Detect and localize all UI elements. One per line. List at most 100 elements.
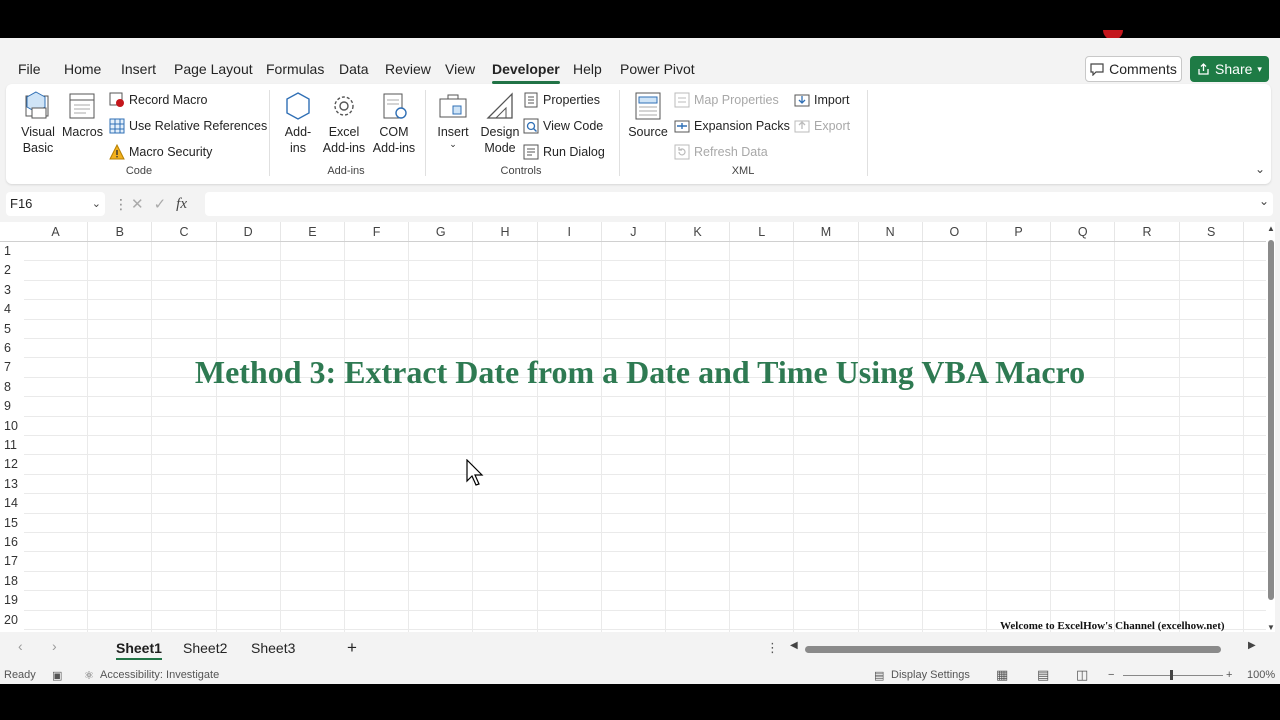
insert-control-button[interactable]: Insert ⌄ <box>433 90 473 149</box>
row-header[interactable]: 19 <box>0 591 24 610</box>
ribbon-collapse-chevron-icon[interactable]: ⌄ <box>1255 162 1265 176</box>
row-header[interactable]: 15 <box>0 514 24 533</box>
comments-button[interactable]: Comments <box>1085 56 1182 82</box>
properties-button[interactable]: Properties <box>523 90 600 110</box>
normal-view-icon[interactable]: ▦ <box>996 667 1008 683</box>
row-header[interactable]: 13 <box>0 475 24 494</box>
sheet-tab-sheet1[interactable]: Sheet1 <box>116 636 162 660</box>
name-box[interactable]: F16 ⌄ <box>6 192 105 216</box>
row-header[interactable]: 18 <box>0 572 24 591</box>
column-header[interactable]: L <box>730 222 795 242</box>
column-header[interactable]: G <box>409 222 474 242</box>
design-mode-button[interactable]: Design Mode <box>476 90 524 156</box>
view-code-button[interactable]: View Code <box>523 116 603 136</box>
zoom-slider[interactable] <box>1123 675 1223 676</box>
tab-power-pivot[interactable]: Power Pivot <box>620 56 695 82</box>
visual-basic-button[interactable]: Visual Basic <box>16 90 60 156</box>
row-header[interactable]: 17 <box>0 552 24 571</box>
zoom-in-icon[interactable]: + <box>1226 669 1232 681</box>
column-header[interactable]: A <box>24 222 89 242</box>
share-button[interactable]: Share ▾ <box>1190 56 1269 82</box>
sheet-tab-sheet2[interactable]: Sheet2 <box>183 636 227 660</box>
run-dialog-button[interactable]: Run Dialog <box>523 142 605 162</box>
next-sheet-icon[interactable]: › <box>52 638 57 654</box>
row-header[interactable]: 11 <box>0 436 24 455</box>
row-header[interactable]: 14 <box>0 494 24 513</box>
row-header[interactable]: 2 <box>0 261 24 280</box>
macro-recording-icon[interactable]: ▣ <box>52 669 62 682</box>
row-header[interactable]: 16 <box>0 533 24 552</box>
scroll-left-icon[interactable]: ◀ <box>790 640 798 651</box>
macros-button[interactable]: Macros <box>62 90 103 140</box>
column-header[interactable]: F <box>345 222 410 242</box>
tab-view[interactable]: View <box>445 56 475 82</box>
refresh-data-button[interactable]: Refresh Data <box>674 142 768 162</box>
more-options-icon[interactable]: ⋮ <box>114 192 128 216</box>
scroll-up-icon[interactable]: ▲ <box>1267 224 1275 233</box>
cancel-icon[interactable]: ✕ <box>131 195 144 213</box>
more-options-icon[interactable]: ⋮ <box>766 640 779 656</box>
tab-developer[interactable]: Developer <box>492 56 560 84</box>
xml-import-button[interactable]: Import <box>794 90 849 110</box>
worksheet-grid[interactable]: ABCDEFGHIJKLMNOPQRS 1 2 3 4 5 6 7 8 9 10 11 12 13 14 1… <box>0 222 1266 632</box>
com-add-ins-button[interactable]: COM Add-ins <box>370 90 418 156</box>
tab-data[interactable]: Data <box>339 56 369 82</box>
row-header[interactable]: 5 <box>0 320 24 339</box>
scroll-down-icon[interactable]: ▼ <box>1267 623 1275 632</box>
tab-insert[interactable]: Insert <box>121 56 156 82</box>
row-header[interactable]: 3 <box>0 281 24 300</box>
page-layout-view-icon[interactable]: ▤ <box>1037 667 1049 683</box>
add-ins-button[interactable]: Add- ins <box>278 90 318 156</box>
insert-function-button[interactable]: fx <box>176 196 187 213</box>
tab-review[interactable]: Review <box>385 56 431 82</box>
accessibility-status[interactable]: Accessibility: Investigate <box>100 669 219 681</box>
column-header[interactable]: C <box>152 222 217 242</box>
excel-add-ins-button[interactable]: Excel Add-ins <box>320 90 368 156</box>
row-header[interactable]: 4 <box>0 300 24 319</box>
column-header[interactable]: R <box>1115 222 1180 242</box>
row-header[interactable]: 20 <box>0 611 24 630</box>
enter-icon[interactable]: ✓ <box>154 195 167 213</box>
zoom-level[interactable]: 100% <box>1247 669 1275 681</box>
column-header[interactable]: B <box>88 222 153 242</box>
macro-security-button[interactable]: Macro Security <box>109 142 212 162</box>
page-break-view-icon[interactable]: ◫ <box>1076 667 1088 683</box>
display-settings-button[interactable]: Display Settings <box>891 669 970 681</box>
tab-home[interactable]: Home <box>64 56 101 82</box>
column-header[interactable]: H <box>473 222 538 242</box>
xml-source-button[interactable]: Source <box>628 90 668 140</box>
tab-page-layout[interactable]: Page Layout <box>174 56 253 82</box>
prev-sheet-icon[interactable]: ‹ <box>18 638 23 654</box>
row-header[interactable]: 12 <box>0 455 24 474</box>
row-header[interactable]: 10 <box>0 417 24 436</box>
expansion-packs-button[interactable]: Expansion Packs <box>674 116 790 136</box>
add-sheet-button[interactable]: + <box>347 636 357 660</box>
column-header[interactable]: K <box>666 222 731 242</box>
record-macro-button[interactable]: Record Macro <box>109 90 208 110</box>
column-header[interactable]: P <box>987 222 1052 242</box>
tab-help[interactable]: Help <box>573 56 602 82</box>
column-header[interactable]: J <box>601 222 666 242</box>
use-relative-references-button[interactable]: Use Relative References <box>109 116 267 136</box>
row-header[interactable]: 9 <box>0 397 24 416</box>
column-header[interactable]: M <box>794 222 859 242</box>
column-header[interactable]: E <box>280 222 345 242</box>
column-header[interactable]: I <box>537 222 602 242</box>
formula-input[interactable]: ⌄ <box>205 192 1273 216</box>
horizontal-scroll-thumb[interactable] <box>805 646 1221 653</box>
column-header[interactable]: D <box>216 222 281 242</box>
column-header[interactable]: Q <box>1051 222 1116 242</box>
vertical-scroll-thumb[interactable] <box>1268 240 1274 600</box>
row-header[interactable]: 6 <box>0 339 24 358</box>
column-header[interactable]: O <box>922 222 987 242</box>
column-header[interactable]: N <box>858 222 923 242</box>
tab-file[interactable]: File <box>18 56 41 82</box>
chevron-down-icon[interactable]: ⌄ <box>1259 194 1269 208</box>
tab-formulas[interactable]: Formulas <box>266 56 324 82</box>
zoom-out-icon[interactable]: − <box>1108 669 1114 681</box>
row-header[interactable]: 8 <box>0 378 24 397</box>
zoom-slider-thumb[interactable] <box>1170 670 1173 680</box>
row-header[interactable]: 7 <box>0 358 24 377</box>
sheet-tab-sheet3[interactable]: Sheet3 <box>251 636 295 660</box>
column-header[interactable]: S <box>1179 222 1244 242</box>
